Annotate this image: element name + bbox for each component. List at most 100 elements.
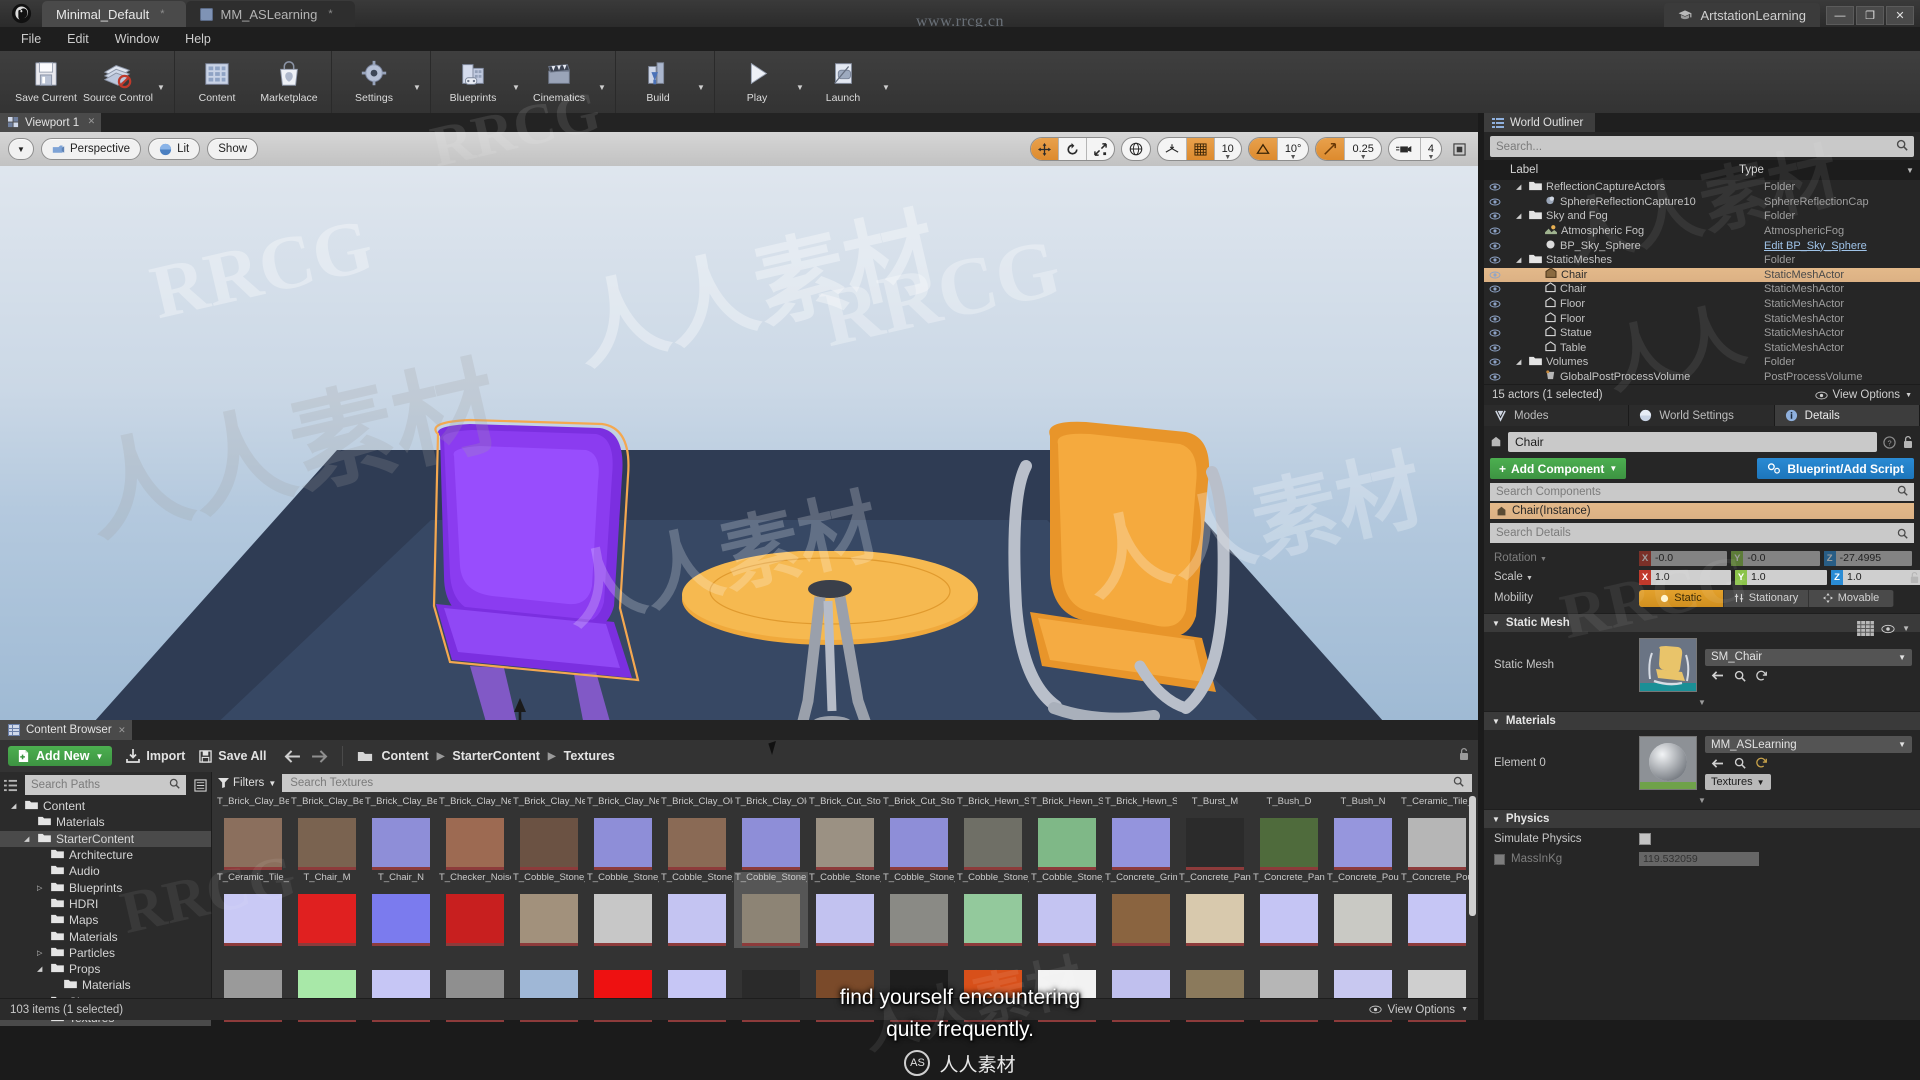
asset-tile[interactable]: T_Brick_Clay_Beveled_D: [216, 796, 290, 872]
physics-section-header[interactable]: ▼ Physics: [1484, 809, 1920, 829]
scene-chair-orange[interactable]: [990, 406, 1250, 720]
material-thumbnail[interactable]: [1639, 736, 1697, 791]
asset-tile[interactable]: T_Brick_Clay_Beveled_M: [290, 796, 364, 872]
asset-tile[interactable]: T_Bush_D: [1252, 796, 1326, 872]
launch-button[interactable]: Launch: [807, 51, 879, 113]
perspective-button[interactable]: Perspective: [41, 138, 142, 160]
asset-tile[interactable]: T_Brick_Clay_New_D: [438, 796, 512, 872]
cinematics-button[interactable]: Cinematics: [523, 51, 595, 113]
expander-icon[interactable]: ◢: [1516, 358, 1525, 366]
details-grid-view-icon[interactable]: [1857, 621, 1875, 636]
asset-tile[interactable]: T_Cobble_Stone_Rough_D: [734, 872, 808, 948]
simulate-physics-checkbox[interactable]: [1639, 833, 1651, 846]
visibility-toggle-icon[interactable]: [1484, 227, 1506, 235]
visibility-toggle-icon[interactable]: [1484, 373, 1506, 381]
camera-speed-value[interactable]: 4 ▼: [1421, 138, 1441, 160]
asset-tile[interactable]: T_Cobble_Stone_Pebble_N: [660, 872, 734, 948]
world-space-button[interactable]: [1122, 138, 1150, 160]
static-mesh-section-header[interactable]: ▼ Static Mesh: [1484, 613, 1920, 633]
show-button[interactable]: Show: [207, 138, 259, 160]
asset-tile[interactable]: T_Brick_Clay_New_M: [512, 796, 586, 872]
asset-tile[interactable]: T_Brick_Clay_Old_D: [660, 796, 734, 872]
asset-tile[interactable]: T_Brick_Clay_New_N: [586, 796, 660, 872]
outliner-column-label[interactable]: Label: [1484, 164, 1739, 176]
asset-tile[interactable]: T_Concrete_Poured_D: [1326, 872, 1400, 948]
expander-icon[interactable]: ◢: [1516, 212, 1525, 220]
outliner-row-sky-and-fog[interactable]: ◢ Sky and Fog Folder: [1484, 209, 1920, 224]
reset-icon[interactable]: [1756, 670, 1768, 682]
use-selected-arrow-icon[interactable]: [1711, 670, 1724, 681]
back-arrow-icon[interactable]: [284, 749, 301, 763]
mass-override-checkbox[interactable]: [1494, 853, 1505, 865]
menu-edit[interactable]: Edit: [54, 27, 102, 51]
expander-open-icon[interactable]: ◢: [11, 802, 20, 810]
rotation-y-field[interactable]: Y -0.0: [1731, 550, 1820, 566]
outliner-row-atmospheric-fog[interactable]: Atmospheric Fog AtmosphericFog: [1484, 224, 1920, 239]
expander-closed-icon[interactable]: ▷: [37, 949, 46, 957]
surface-snap-button[interactable]: [1158, 138, 1187, 160]
scale-y-field[interactable]: Y 1.0: [1735, 569, 1827, 585]
scale-x-field[interactable]: X 1.0: [1639, 569, 1731, 585]
translate-gizmo[interactable]: [480, 676, 600, 720]
outliner-row-table[interactable]: Table StaticMeshActor: [1484, 341, 1920, 356]
asset-tile[interactable]: T_Cobble_Stone_Pebble_D: [512, 872, 586, 948]
visibility-toggle-icon[interactable]: [1484, 344, 1506, 352]
help-icon[interactable]: ?: [1883, 436, 1896, 449]
path-node-materials[interactable]: Materials: [0, 814, 211, 830]
path-node-architecture[interactable]: Architecture: [0, 847, 211, 863]
expander-closed-icon[interactable]: ▷: [37, 884, 46, 892]
source-control-button[interactable]: Source Control: [82, 51, 154, 113]
browse-search-icon[interactable]: [1734, 670, 1746, 682]
asset-tile[interactable]: T_Chair_M: [290, 872, 364, 948]
save-all-button[interactable]: Save All: [199, 749, 266, 763]
outliner-row-chair[interactable]: Chair StaticMeshActor: [1484, 282, 1920, 297]
asset-tile[interactable]: T_Brick_Cut_Stone_D: [808, 796, 882, 872]
expander-icon[interactable]: ◢: [1516, 183, 1525, 191]
scene-chair-purple[interactable]: [400, 416, 680, 720]
asset-tile[interactable]: T_Concrete_Panels_N: [1252, 872, 1326, 948]
details-search-input[interactable]: Search Details: [1490, 523, 1914, 544]
eye-icon[interactable]: [1881, 624, 1895, 634]
menu-help[interactable]: Help: [172, 27, 224, 51]
visibility-toggle-icon[interactable]: [1484, 300, 1506, 308]
mobility-movable-option[interactable]: Movable: [1809, 589, 1894, 607]
asset-tile[interactable]: T_Brick_Clay_Beveled_N: [364, 796, 438, 872]
asset-tile[interactable]: T_Brick_Hewn_Stone_D: [956, 796, 1030, 872]
mobility-stationary-option[interactable]: Stationary: [1724, 589, 1809, 607]
blueprints-button[interactable]: Blueprints: [437, 51, 509, 113]
path-view-options-icon[interactable]: [194, 778, 207, 792]
viewport-options-button[interactable]: ▼: [8, 138, 34, 160]
lock-ratio-icon[interactable]: [1909, 571, 1920, 584]
tab-details[interactable]: Details: [1774, 405, 1920, 427]
outliner-view-options-button[interactable]: View Options ▼: [1814, 389, 1912, 401]
path-node-maps[interactable]: Maps: [0, 912, 211, 928]
outliner-search-input[interactable]: Search...: [1490, 136, 1914, 157]
visibility-toggle-icon[interactable]: [1484, 329, 1506, 337]
asset-tile[interactable]: T_Cobble_Stone_Smooth_D: [882, 872, 956, 948]
viewport-tab[interactable]: Viewport 1 ✕: [0, 113, 102, 132]
outliner-row-staticmeshes[interactable]: ◢ StaticMeshes Folder: [1484, 253, 1920, 268]
reset-icon[interactable]: [1756, 757, 1768, 769]
path-node-startercontent[interactable]: ◢ StarterContent: [0, 830, 211, 847]
content-view-options-button[interactable]: View Options ▼: [1368, 1004, 1468, 1016]
asset-tile[interactable]: T_Brick_Clay_Old_N: [734, 796, 808, 872]
asset-tile[interactable]: T_Cobble_Stone_Smooth_N: [1030, 872, 1104, 948]
visibility-toggle-icon[interactable]: [1484, 271, 1506, 279]
scene-table[interactable]: [680, 551, 980, 720]
asset-tile[interactable]: T_Brick_Cut_Stone_N: [882, 796, 956, 872]
components-search-input[interactable]: Search Components: [1490, 483, 1914, 502]
outliner-column-type[interactable]: Type: [1739, 164, 1906, 176]
collapse-paths-icon[interactable]: [4, 779, 17, 792]
filters-button[interactable]: Filters ▼: [218, 777, 276, 789]
menu-window[interactable]: Window: [102, 27, 172, 51]
viewport[interactable]: ▼ Perspective Lit Show 10 ▼ 10° ▼ 0.25 ▼…: [0, 132, 1478, 720]
outliner-row-floor[interactable]: Floor StaticMeshActor: [1484, 297, 1920, 312]
visibility-toggle-icon[interactable]: [1484, 285, 1506, 293]
asset-tile[interactable]: T_Concrete_Poured_N: [1400, 872, 1474, 948]
forward-arrow-icon[interactable]: [311, 749, 328, 763]
breadcrumb-textures[interactable]: Textures: [564, 749, 615, 763]
content-browser-lock-icon[interactable]: [1458, 747, 1470, 766]
path-node-materials[interactable]: Materials: [0, 928, 211, 944]
static-mesh-expander-icon[interactable]: ▼: [1484, 698, 1920, 707]
visibility-toggle-icon[interactable]: [1484, 256, 1506, 264]
